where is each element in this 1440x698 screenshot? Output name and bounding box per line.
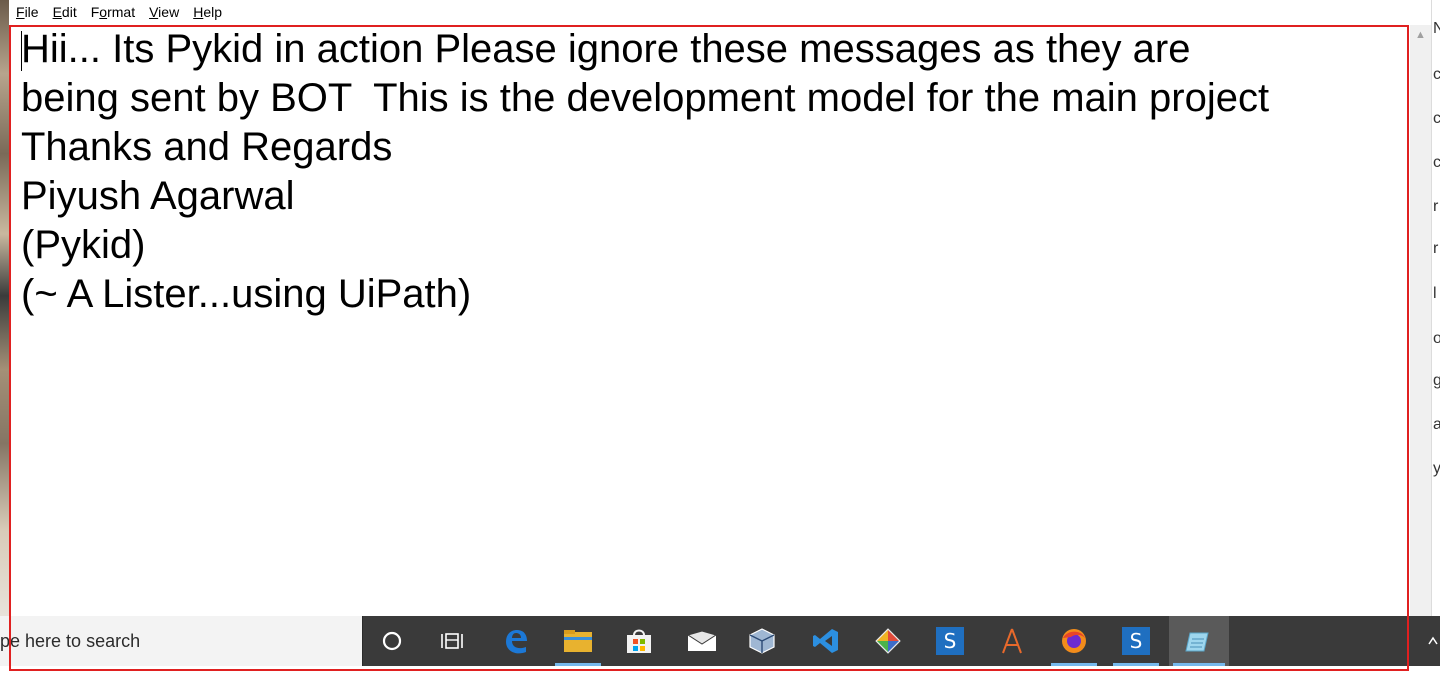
vertical-scrollbar[interactable]: ▲ [1410, 25, 1431, 616]
editor-line: Hii... Its Pykid in action Please ignore… [21, 27, 1191, 71]
virtualbox-icon[interactable] [735, 616, 789, 666]
menu-file[interactable]: File [9, 0, 46, 25]
editor-line: (Pykid) [21, 223, 146, 267]
mail-icon[interactable] [675, 616, 729, 666]
menu-format[interactable]: Format [84, 0, 142, 25]
menu-edit[interactable]: Edit [46, 0, 84, 25]
app-s-icon[interactable]: S [923, 616, 977, 666]
acrobat-icon[interactable] [985, 616, 1039, 666]
store-icon[interactable] [612, 616, 666, 666]
desktop-background-strip [0, 0, 9, 616]
editor-line: Piyush Agarwal [21, 174, 295, 218]
vscode-icon[interactable] [799, 616, 853, 666]
background-window-strip: N c c c r r l o g a y [1431, 0, 1440, 616]
editor-line: Thanks and Regards [21, 125, 393, 169]
task-view-icon[interactable] [425, 616, 479, 666]
app-s-icon-2[interactable]: S [1109, 616, 1163, 666]
svg-text:S: S [1130, 629, 1143, 653]
svg-text:S: S [944, 629, 957, 653]
taskbar: pe here to search S S [0, 616, 1440, 666]
firefox-icon[interactable] [1047, 616, 1101, 666]
scroll-up-arrow-icon[interactable]: ▲ [1410, 25, 1431, 45]
git-icon[interactable] [861, 616, 915, 666]
editor-text: Hii... Its Pykid in action Please ignore… [21, 25, 1269, 319]
text-editor-area[interactable]: Hii... Its Pykid in action Please ignore… [9, 25, 1409, 615]
search-placeholder: pe here to search [0, 630, 141, 651]
menu-help[interactable]: Help [186, 0, 229, 25]
menubar: File Edit Format View Help [9, 0, 1440, 25]
editor-line: being sent by BOT This is the developmen… [21, 76, 1270, 120]
screen-bottom-area [0, 666, 1440, 698]
edge-icon[interactable] [489, 616, 543, 666]
menu-view[interactable]: View [142, 0, 186, 25]
notepad-icon[interactable] [1169, 616, 1229, 666]
editor-line: (~ A Lister...using UiPath) [21, 272, 472, 316]
overflow-chevron-icon[interactable] [1425, 616, 1440, 666]
cortana-icon[interactable] [365, 616, 419, 666]
file-explorer-icon[interactable] [551, 616, 605, 666]
taskbar-search-box[interactable]: pe here to search [0, 616, 363, 666]
